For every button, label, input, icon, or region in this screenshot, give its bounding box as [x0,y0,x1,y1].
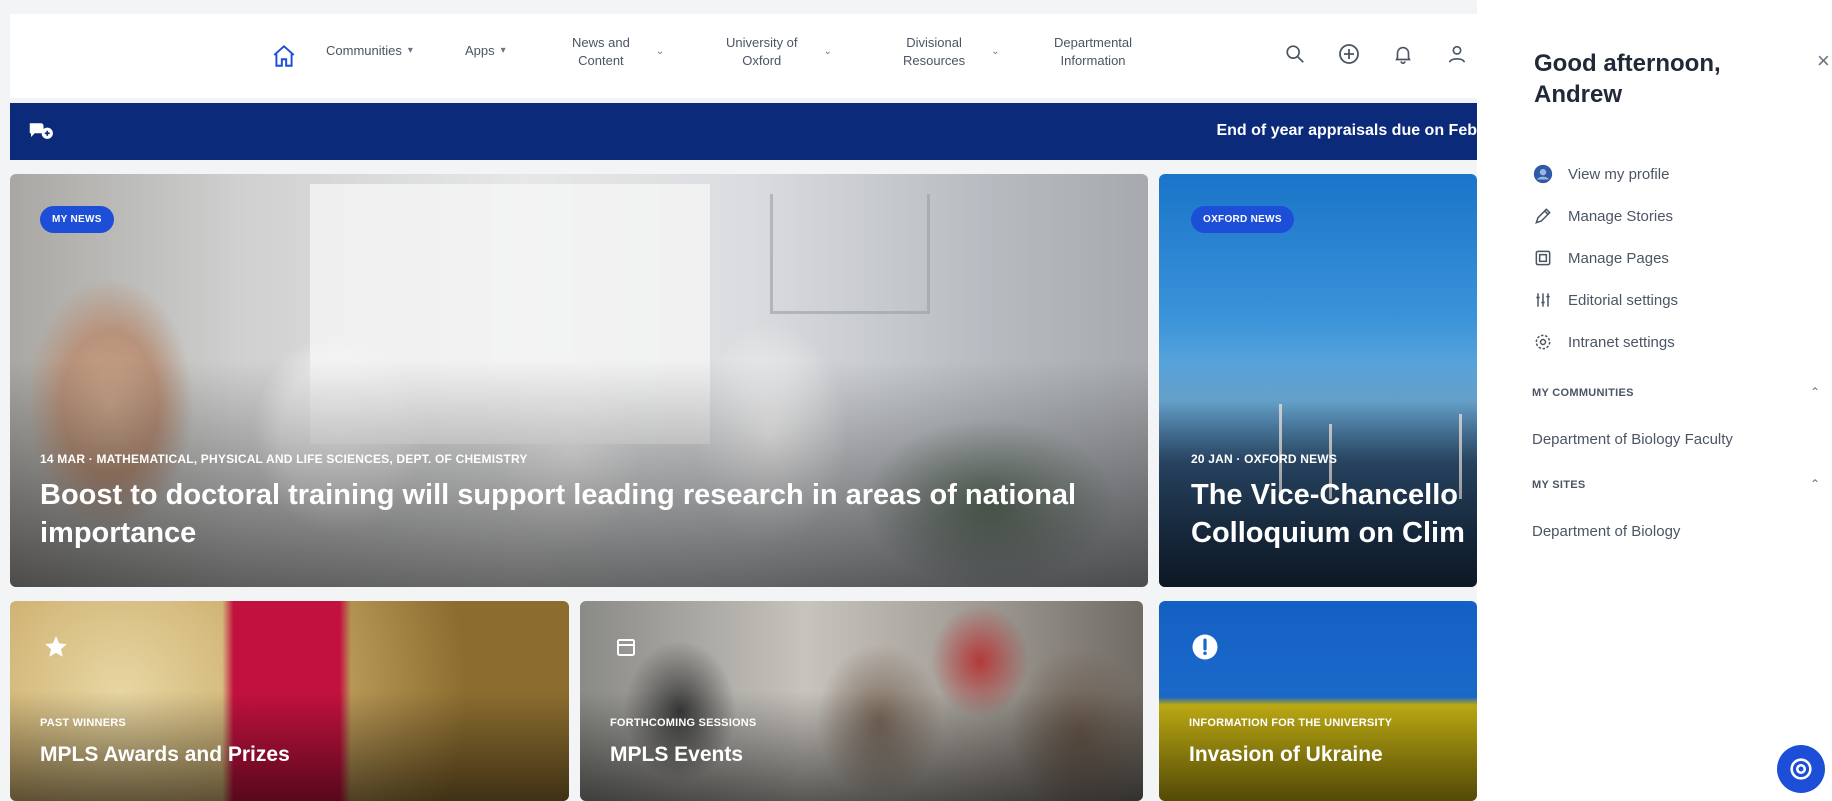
chevron-down-icon: ⌄ [991,45,1000,57]
nav-university-label: University of Oxford [726,35,798,68]
add-icon[interactable] [1335,40,1363,68]
banner-text: End of year appraisals due on Feb [1216,122,1477,139]
nav-divisional-resources[interactable]: Divisional Resources ⌄ [903,34,1000,69]
menu-label: Manage Stories [1568,207,1674,225]
menu-label: Editorial settings [1568,291,1679,309]
nav-communities[interactable]: Communities ▾ [326,42,413,60]
nav-university-of-oxford[interactable]: University of Oxford ⌄ [726,34,832,69]
news-meta: 14 MAR · MATHEMATICAL, PHYSICAL AND LIFE… [40,452,528,466]
nav-communities-label: Communities [326,43,402,58]
nav-apps[interactable]: Apps ▾ [465,42,506,60]
tile-meta: FORTHCOMING SESSIONS [610,717,757,729]
menu-manage-stories[interactable]: Manage Stories [1532,195,1678,237]
site-link[interactable]: Department of Biology [1532,523,1680,540]
news-badge: OXFORD NEWS [1191,206,1294,233]
sliders-icon [1532,289,1554,311]
ukraine-tile[interactable]: INFORMATION FOR THE UNIVERSITY Invasion … [1159,601,1477,801]
nav-news-label: News and Content [572,35,630,68]
menu-editorial-settings[interactable]: Editorial settings [1532,279,1678,321]
chevron-down-icon: ⌄ [655,45,665,57]
close-icon[interactable]: × [1817,48,1830,74]
calendar-icon [610,631,642,663]
tile-meta: PAST WINNERS [40,717,126,729]
profile-icon [1532,163,1554,185]
greeting-heading: Good afternoon, Andrew [1534,50,1721,108]
events-tile[interactable]: FORTHCOMING SESSIONS MPLS Events [580,601,1143,801]
chevron-up-icon[interactable]: ⌃ [1810,385,1820,399]
news-badge: MY NEWS [40,206,114,233]
chevron-down-icon: ⌄ [823,45,832,57]
tile-title: MPLS Events [610,743,744,766]
user-icon[interactable] [1443,40,1471,68]
gear-icon [1532,331,1554,353]
search-icon[interactable] [1281,40,1309,68]
community-link[interactable]: Department of Biology Faculty [1532,431,1733,448]
menu-manage-pages[interactable]: Manage Pages [1532,237,1678,279]
awards-tile[interactable]: PAST WINNERS MPLS Awards and Prizes [10,601,569,801]
nav-departmental-information[interactable]: Departmental Information [1054,34,1132,69]
my-communities-heading: MY COMMUNITIES [1532,387,1634,399]
news-meta: 20 JAN · OXFORD NEWS [1191,452,1338,466]
intranet-page: Communities ▾ Apps ▾ News and Content ⌄ … [0,0,1832,801]
news-title-line: Colloquium on Clim [1191,517,1465,549]
oxford-news-card[interactable]: OXFORD NEWS 20 JAN · OXFORD NEWS The Vic… [1159,174,1477,587]
nav-actions [1281,40,1471,68]
my-sites-heading: MY SITES [1532,479,1586,491]
menu-view-profile[interactable]: View my profile [1532,153,1678,195]
news-title-line: The Vice-Chancello [1191,479,1458,511]
help-button[interactable] [1777,745,1825,793]
nav-departmental-label: Departmental Information [1054,35,1133,68]
star-icon [40,631,72,663]
announcement-icon [26,117,56,147]
nav-divisional-label: Divisional Resources [903,35,966,68]
home-icon[interactable] [266,38,302,74]
menu-label: Manage Pages [1568,249,1669,267]
pages-icon [1532,247,1554,269]
news-title: Boost to doctoral training will support … [40,479,1077,549]
hero-news-card[interactable]: MY NEWS 14 MAR · MATHEMATICAL, PHYSICAL … [10,174,1148,587]
announcement-banner[interactable]: End of year appraisals due on Feb [10,103,1477,160]
tile-title: Invasion of Ukraine [1189,743,1383,766]
alert-icon [1189,631,1221,663]
menu-label: View my profile [1568,165,1670,183]
top-navigation: Communities ▾ Apps ▾ News and Content ⌄ … [10,14,1477,98]
tile-meta: INFORMATION FOR THE UNIVERSITY [1189,717,1393,729]
chevron-down-icon: ▾ [407,45,413,57]
chevron-down-icon: ▾ [500,45,506,57]
chevron-up-icon[interactable]: ⌃ [1810,477,1820,491]
nav-apps-label: Apps [465,43,495,58]
panel-menu: View my profile Manage Stories Manage Pa… [1532,153,1678,363]
news-title: The Vice-Chancello Colloquium on Clim [1191,476,1477,552]
pen-icon [1532,205,1554,227]
notification-bell-icon[interactable] [1389,40,1417,68]
tile-title: MPLS Awards and Prizes [40,743,290,766]
user-side-panel: Good afternoon, Andrew × View my profile… [1477,0,1832,801]
nav-news-and-content[interactable]: News and Content ⌄ [572,34,664,69]
menu-label: Intranet settings [1568,333,1675,351]
menu-intranet-settings[interactable]: Intranet settings [1532,321,1678,363]
